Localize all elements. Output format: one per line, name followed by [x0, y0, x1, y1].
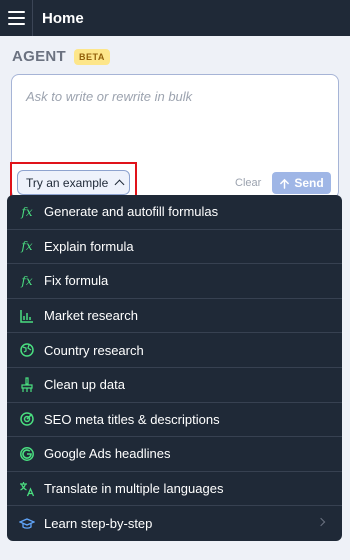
page-title: Home: [42, 9, 84, 27]
menu-item-generate-formulas[interactable]: fx Generate and autofill formulas: [7, 195, 342, 230]
menu-item-label: Clean up data: [44, 377, 125, 393]
menu-item-label: Translate in multiple languages: [44, 481, 224, 497]
menu-item-label: Learn step-by-step: [44, 516, 153, 532]
menu-item-label: Fix formula: [44, 273, 109, 289]
globe-icon: [19, 342, 35, 358]
menu-item-label: Market research: [44, 308, 138, 324]
agent-header: AGENT BETA: [12, 48, 110, 65]
formula-icon: fx: [21, 204, 33, 219]
menu-item-seo-meta[interactable]: SEO meta titles & descriptions: [7, 403, 342, 438]
menu-item-label: Generate and autofill formulas: [44, 204, 219, 220]
prompt-placeholder: Ask to write or rewrite in bulk: [26, 89, 193, 104]
top-bar: Home: [0, 0, 350, 36]
menu-item-translate[interactable]: Translate in multiple languages: [7, 472, 342, 507]
hamburger-icon[interactable]: [0, 0, 33, 36]
broom-icon: [19, 377, 35, 393]
send-button[interactable]: Send: [272, 172, 331, 194]
graduation-cap-icon: [19, 516, 35, 532]
menu-item-fix-formula[interactable]: fx Fix formula: [7, 264, 342, 299]
examples-menu: fx Generate and autofill formulas fx Exp…: [7, 195, 342, 541]
menu-item-country-research[interactable]: Country research: [7, 333, 342, 368]
translate-icon: [19, 481, 35, 497]
menu-item-explain-formula[interactable]: fx Explain formula: [7, 230, 342, 265]
menu-item-market-research[interactable]: Market research: [7, 299, 342, 334]
chevron-right-icon: [316, 518, 326, 527]
formula-icon: fx: [21, 273, 33, 288]
clear-button[interactable]: Clear: [235, 177, 261, 189]
menu-item-label: Google Ads headlines: [44, 446, 171, 462]
menu-item-label: Explain formula: [44, 238, 134, 254]
formula-icon: fx: [21, 239, 33, 254]
beta-badge: BETA: [74, 48, 110, 65]
menu-item-label: SEO meta titles & descriptions: [44, 411, 220, 427]
highlight-box: [10, 162, 137, 198]
menu-item-learn[interactable]: Learn step-by-step: [7, 506, 342, 541]
target-icon: [19, 411, 35, 427]
menu-item-google-ads[interactable]: Google Ads headlines: [7, 437, 342, 472]
google-icon: [19, 446, 35, 462]
agent-label: AGENT: [12, 48, 66, 65]
menu-item-clean-data[interactable]: Clean up data: [7, 368, 342, 403]
arrow-up-icon: [280, 178, 290, 189]
menu-item-label: Country research: [44, 342, 144, 358]
send-label: Send: [294, 176, 324, 190]
chart-icon: [19, 308, 35, 324]
